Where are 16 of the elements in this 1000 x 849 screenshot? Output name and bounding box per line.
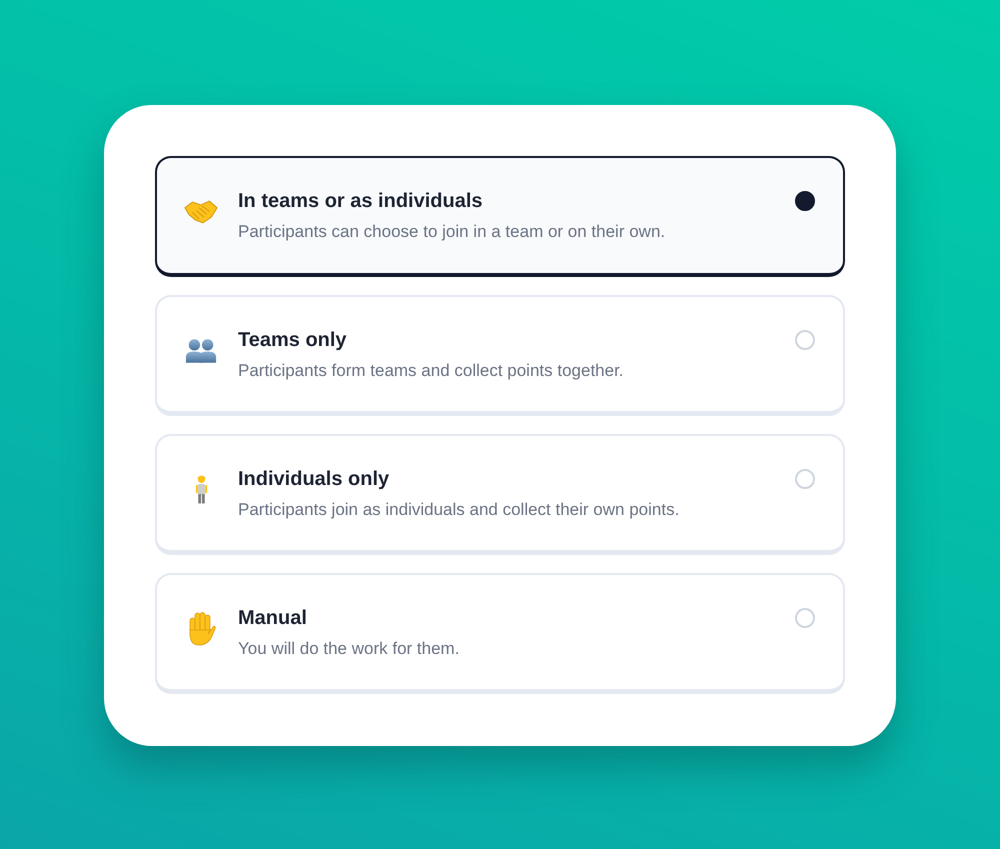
option-card[interactable]: In teams or as individuals Participants can choose to join in a team or on their own. xyxy=(155,156,845,276)
option-card[interactable]: Individuals only Participants join as individuals and collect their own points. xyxy=(155,434,845,554)
option-description: Participants can choose to join in a team or on their own. xyxy=(238,220,666,242)
person-icon xyxy=(194,474,208,505)
option-title: Manual xyxy=(238,606,307,630)
option-description: Participants form teams and collect points together. xyxy=(238,360,624,382)
option-title: Teams only xyxy=(238,328,347,352)
option-card[interactable]: Manual You will do the work for them. xyxy=(155,572,845,694)
radio-button[interactable] xyxy=(795,190,815,210)
option-description: Participants join as individuals and collect their own points. xyxy=(238,498,680,520)
option-title: Individuals only xyxy=(238,466,390,492)
two-people-icon xyxy=(185,338,217,363)
option-title: In teams or as individuals xyxy=(238,188,483,214)
option-card[interactable]: Teams only Participants form teams and collect points together. xyxy=(155,294,845,416)
handshake-icon xyxy=(184,199,218,224)
option-description: You will do the work for them. xyxy=(238,638,460,660)
